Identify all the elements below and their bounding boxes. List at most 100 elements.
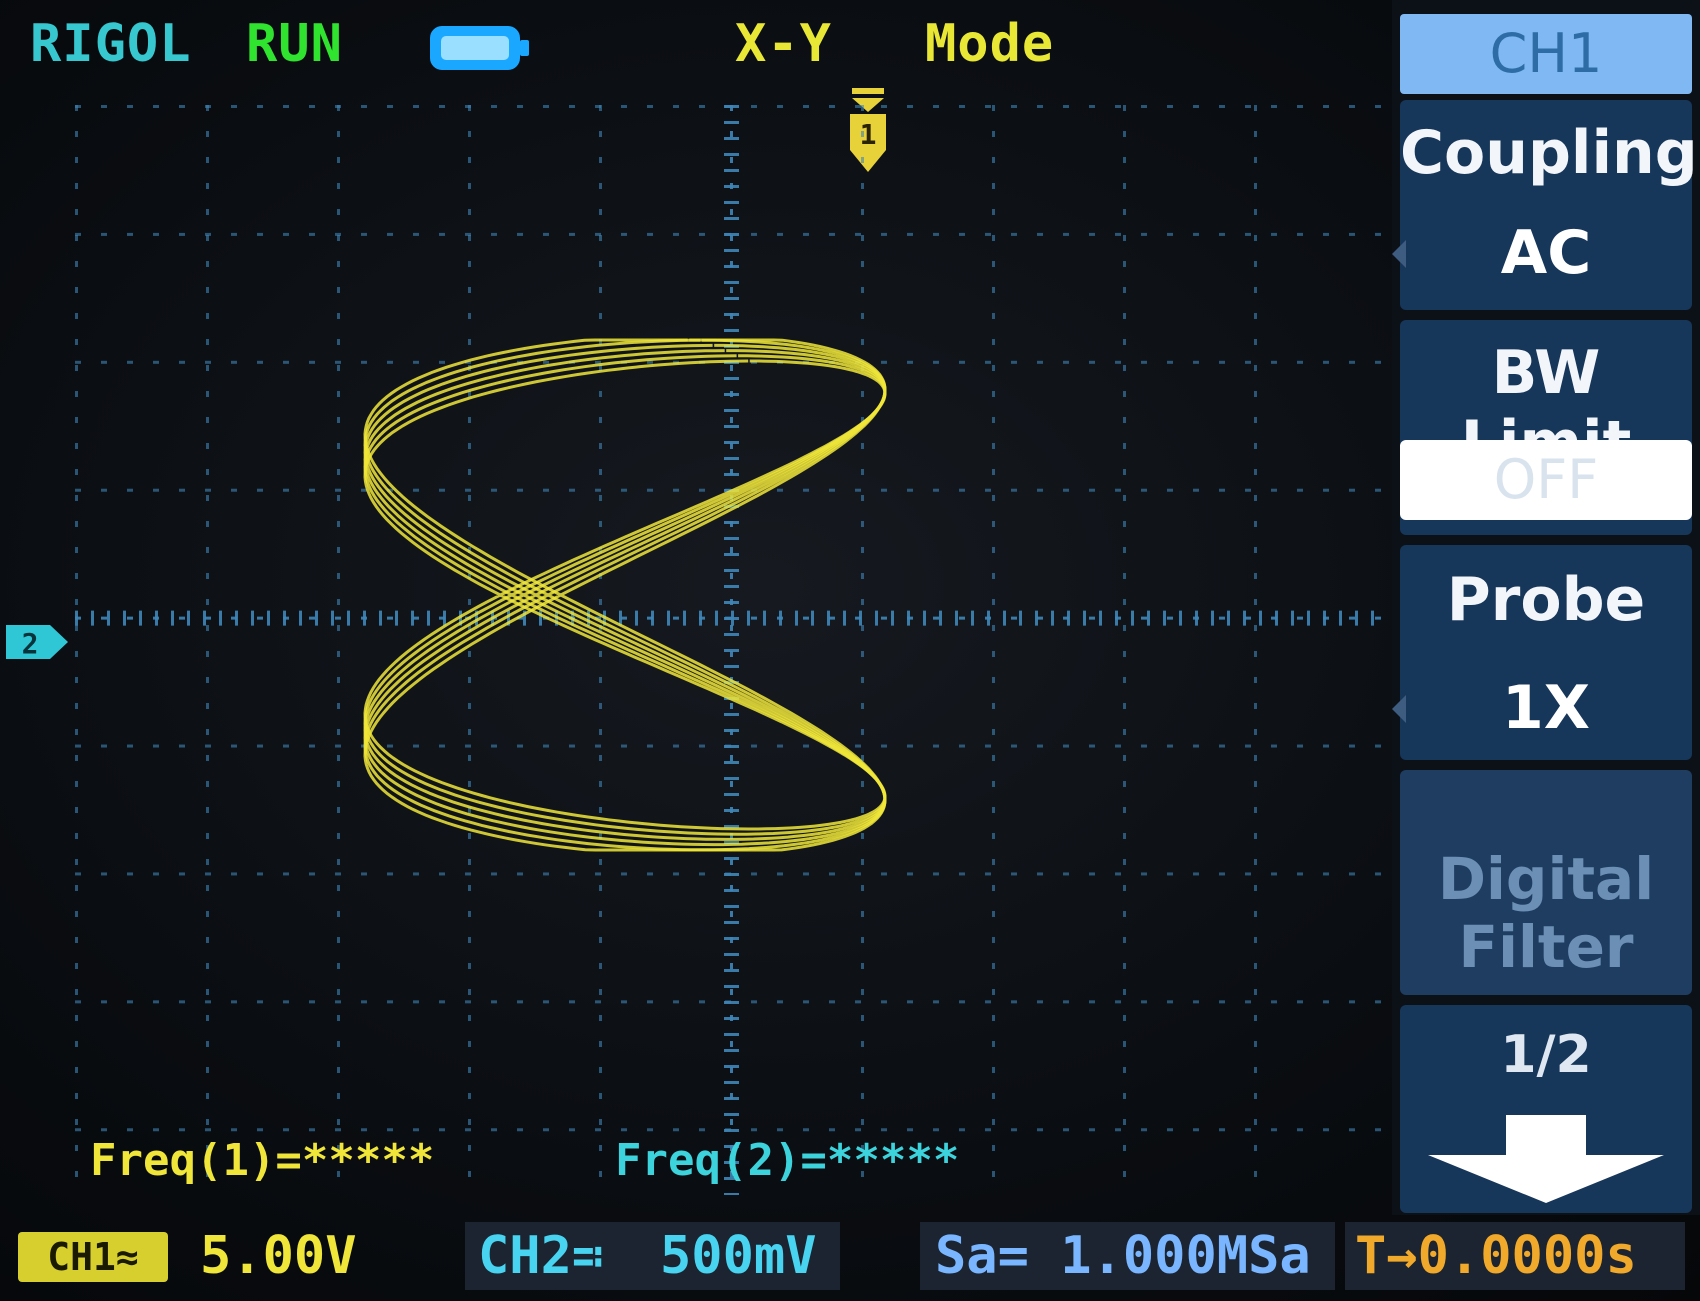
grid-dot [75, 1015, 78, 1021]
grid-dot [724, 793, 739, 796]
grid-dot [1375, 360, 1381, 364]
grid-dot [621, 872, 627, 876]
grid-dot [1083, 610, 1086, 626]
grid-dot [724, 1129, 739, 1132]
grid-dot [75, 937, 78, 943]
grid-dot [861, 833, 864, 839]
grid-dot [1123, 313, 1126, 319]
grid-dot [468, 313, 471, 319]
grid-dot [992, 391, 995, 397]
grid-dot [881, 1000, 887, 1004]
grid-dot [337, 1067, 340, 1073]
grid-dot [127, 616, 133, 620]
digital-filter-button[interactable]: Digital Filter [1400, 770, 1692, 995]
grid-dot [1349, 872, 1355, 876]
grid-dot [861, 391, 864, 397]
grid-dot [413, 360, 419, 364]
grid-dot [206, 209, 209, 215]
grid-dot [75, 1119, 78, 1125]
grid-dot [1163, 610, 1166, 626]
grid-dot [468, 1067, 471, 1073]
grid-dot [599, 443, 602, 449]
grid-dot [75, 339, 78, 345]
grid-dot [468, 1041, 471, 1047]
grid-dot [1037, 1128, 1043, 1132]
grid-dot [1123, 937, 1126, 943]
grid-dot [1115, 360, 1121, 364]
bw-limit-button[interactable]: BW Limit OFF [1400, 320, 1692, 535]
grid-dot [595, 1000, 601, 1004]
grid-dot [206, 937, 209, 943]
grid-dot [468, 495, 471, 501]
grid-dot [673, 232, 679, 236]
grid-dot [861, 573, 864, 579]
grid-dot [1349, 1128, 1355, 1132]
coupling-button[interactable]: Coupling AC [1392, 100, 1698, 310]
grid-dot [1254, 963, 1257, 969]
grid-dot [861, 1015, 864, 1021]
trace-path [363, 343, 887, 847]
grid-dot [1051, 610, 1054, 626]
grid-dot [1063, 1000, 1069, 1004]
grid-dot [387, 744, 393, 748]
grid-dot [1219, 1000, 1225, 1004]
grid-dot [337, 521, 340, 527]
grid-dot [992, 625, 995, 631]
grid-dot [1219, 105, 1225, 108]
grid-dot [751, 1128, 757, 1132]
grid-dot [724, 537, 739, 540]
grid-dot [1349, 1000, 1355, 1004]
grid-dot [724, 185, 739, 188]
grid-dot [730, 287, 733, 293]
grid-dot [468, 651, 471, 657]
grid-dot [1089, 488, 1095, 492]
grid-dot [1245, 360, 1251, 364]
grid-dot [1254, 443, 1257, 449]
grid-dot [337, 209, 340, 215]
grid-dot [361, 232, 367, 236]
grid-dot [1123, 183, 1126, 189]
grid-dot [1123, 547, 1126, 553]
grid-dot [309, 872, 315, 876]
grid-dot [1371, 610, 1374, 626]
grid-dot [75, 313, 78, 319]
grid-dot [1291, 610, 1294, 626]
grid-dot [861, 937, 864, 943]
grid-dot [337, 339, 340, 345]
grid-dot [1259, 610, 1262, 626]
grid-dot [1375, 1000, 1381, 1004]
grid-dot [1245, 872, 1251, 876]
grid-dot [595, 872, 601, 876]
ch2-reference-marker-icon[interactable]: 2 [0, 623, 70, 661]
graticule-svg [75, 105, 1381, 1195]
grid-dot [491, 744, 497, 748]
grid-dot [1123, 365, 1126, 371]
grid-dot [468, 209, 471, 215]
grid-dot [992, 963, 995, 969]
grid-dot [724, 601, 739, 604]
grid-dot [206, 1041, 209, 1047]
grid-dot [395, 610, 398, 626]
grid-dot [257, 872, 263, 876]
next-page-button[interactable]: 1/2 [1400, 1005, 1692, 1213]
grid-dot [439, 872, 445, 876]
grid-dot [1254, 859, 1257, 865]
freq1-readout: Freq(1)=***** [90, 1135, 435, 1186]
grid-dot [1254, 833, 1257, 839]
grid-dot [599, 495, 602, 501]
battery-icon [430, 26, 529, 70]
grid-dot [123, 610, 126, 626]
grid-dot [1115, 105, 1121, 108]
grid-dot [543, 744, 549, 748]
grid-dot [139, 610, 142, 626]
grid-dot [1115, 872, 1121, 876]
grid-dot [465, 872, 471, 876]
grid-dot [992, 105, 995, 111]
grid-dot [75, 833, 78, 839]
ch1-badge[interactable]: CH1≈ [18, 1232, 168, 1282]
grid-dot [413, 1000, 419, 1004]
grid-dot [1245, 488, 1251, 492]
grid-dot [206, 287, 209, 293]
probe-button[interactable]: Probe 1X [1392, 545, 1692, 760]
grid-dot [724, 265, 739, 268]
